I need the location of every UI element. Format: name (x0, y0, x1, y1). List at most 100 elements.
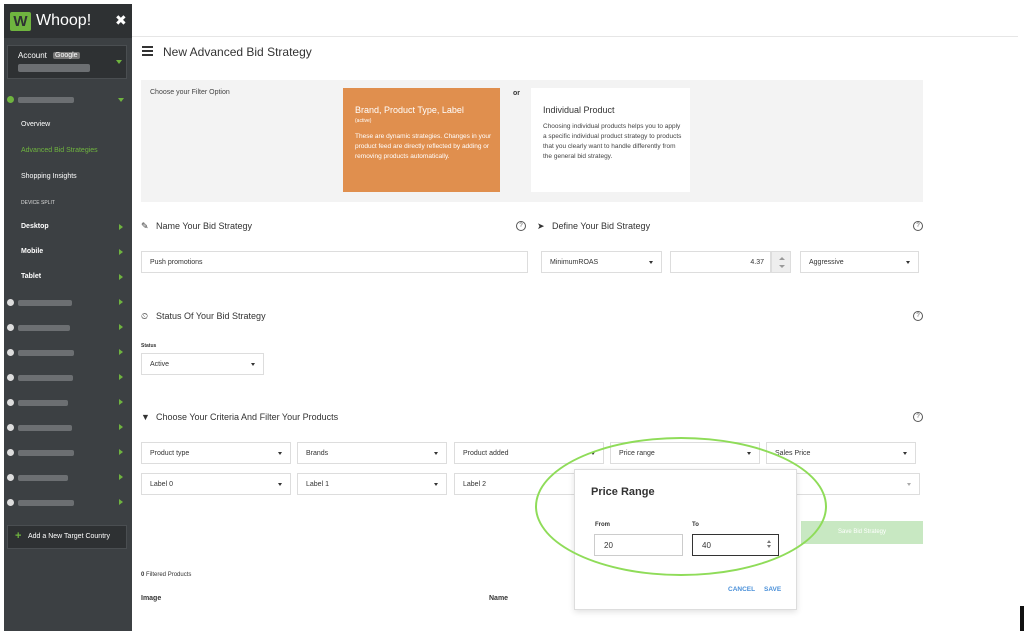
filter-product-added[interactable]: Product added (454, 442, 604, 464)
cancel-button[interactable]: CANCEL (728, 586, 755, 593)
criteria-section-title: Choose Your Criteria And Filter Your Pro… (156, 412, 339, 422)
status-dot-icon (7, 324, 14, 331)
chevron-down-icon (116, 60, 122, 64)
help-icon[interactable]: ? (516, 221, 526, 231)
filter-brands[interactable]: Brands (297, 442, 447, 464)
sidebar-item-advanced-bid[interactable]: Advanced Bid Strategies (4, 142, 132, 162)
sidebar-item-overview[interactable]: Overview (4, 116, 132, 136)
filter-label: Price range (619, 450, 655, 457)
filter-product-type[interactable]: Product type (141, 442, 291, 464)
chevron-right-icon (119, 399, 123, 405)
chevron-right-icon (119, 374, 123, 380)
sidebar-item-country[interactable] (4, 293, 132, 313)
metric-select[interactable]: MinimumROAS (541, 251, 662, 273)
sidebar-item-country[interactable] (4, 393, 132, 413)
status-dot-icon (7, 374, 14, 381)
status-label: Status (141, 343, 157, 349)
define-section-title: Define Your Bid Strategy (552, 221, 651, 231)
filter-label: Label 2 (463, 481, 486, 488)
chevron-down-icon (118, 98, 124, 102)
filter-option-brand-card[interactable]: Brand, Product Type, Label (active) Thes… (343, 88, 500, 192)
filter-price-range[interactable]: Price range (610, 442, 760, 464)
target-value-input[interactable]: 4.37 (670, 251, 771, 273)
stepper-icon[interactable] (767, 540, 772, 551)
chevron-right-icon (119, 499, 123, 505)
popover-title: Price Range (591, 486, 655, 498)
header-divider (132, 36, 1018, 37)
plus-icon: + (15, 530, 22, 542)
target-value: 4.37 (750, 259, 764, 266)
filtered-count-value: 0 (141, 572, 145, 578)
filter-label-partially-hidden[interactable]: s (782, 473, 920, 495)
to-label: To (692, 522, 699, 528)
caret-down-icon (278, 452, 282, 455)
add-target-country-button[interactable]: + Add a New Target Country (7, 525, 127, 549)
save-bid-strategy-button[interactable]: Save Bid Strategy (801, 521, 923, 544)
sidebar-item-tablet[interactable]: Tablet (4, 268, 132, 288)
price-range-popover: Price Range From To 20 40 CANCEL SAVE (574, 469, 797, 610)
filter-label: Label 0 (150, 481, 173, 488)
help-icon[interactable]: ? (913, 412, 923, 422)
sidebar-header: W Whoop! ✖ (4, 4, 132, 38)
caret-down-icon (903, 452, 907, 455)
strategy-name-input[interactable]: Push promotions (141, 251, 528, 273)
status-select[interactable]: Active (141, 353, 264, 375)
whoop-logo-icon: W (10, 12, 31, 31)
sidebar-item-country[interactable] (4, 368, 132, 388)
help-icon[interactable]: ? (913, 221, 923, 231)
filter-sales-price[interactable]: Sales Price (766, 442, 916, 464)
chevron-right-icon (119, 349, 123, 355)
filter-label-0[interactable]: Label 0 (141, 473, 291, 495)
value-stepper[interactable] (771, 251, 791, 273)
country-name-redacted (18, 400, 68, 406)
chevron-right-icon (119, 324, 123, 330)
column-header-name: Name (489, 595, 509, 602)
filtered-products-count: 0 Filtered Products (141, 572, 191, 578)
filter-option-description: Choosing individual products helps you t… (543, 123, 682, 160)
list-icon (142, 46, 153, 57)
account-selector[interactable]: Account Google (7, 45, 127, 79)
country-name-redacted (18, 300, 72, 306)
sidebar-item-mobile[interactable]: Mobile (4, 243, 132, 263)
sidebar-item-country[interactable] (4, 343, 132, 363)
country-name-redacted (18, 350, 74, 356)
price-from-input[interactable]: 20 (594, 534, 683, 556)
filter-label: Sales Price (775, 450, 811, 457)
help-icon[interactable]: ? (913, 311, 923, 321)
country-name-redacted (18, 325, 70, 331)
stepper-down-icon[interactable] (779, 265, 785, 268)
filter-option-title: Individual Product (543, 105, 615, 115)
caret-down-icon (434, 452, 438, 455)
metric-select-value: MinimumROAS (550, 259, 599, 266)
country-name-redacted (18, 500, 74, 506)
filter-option-description: These are dynamic strategies. Changes in… (355, 133, 492, 160)
sidebar-item-country[interactable] (4, 318, 132, 338)
stepper-up-icon[interactable] (779, 257, 785, 260)
navigation-arrow-icon: ➤ (537, 221, 545, 231)
price-from-value: 20 (604, 541, 613, 550)
filter-label-1[interactable]: Label 1 (297, 473, 447, 495)
filter-option-status: (active) (355, 118, 372, 124)
mode-select[interactable]: Aggressive (800, 251, 919, 273)
sidebar-item-country[interactable] (4, 493, 132, 513)
filtered-count-label: Filtered Products (146, 572, 192, 578)
sidebar-item-country-active[interactable] (4, 90, 132, 110)
save-button[interactable]: SAVE (764, 586, 781, 593)
sidebar-item-label: Overview (21, 121, 51, 128)
caret-down-icon (591, 452, 595, 455)
close-icon[interactable]: ✖ (115, 12, 127, 29)
status-dot-icon (7, 424, 14, 431)
or-separator: or (513, 90, 520, 97)
sidebar-item-desktop[interactable]: Desktop (4, 218, 132, 238)
price-to-input[interactable]: 40 (692, 534, 779, 556)
sidebar-item-country[interactable] (4, 468, 132, 488)
pencil-icon: ✎ (141, 221, 149, 231)
filter-label: Product added (463, 450, 509, 457)
filter-option-individual-card[interactable]: Individual Product Choosing individual p… (531, 88, 690, 192)
country-name-redacted (18, 97, 74, 103)
account-name-redacted (18, 64, 90, 72)
sidebar-item-shopping-insights[interactable]: Shopping Insights (4, 168, 132, 188)
sidebar-item-country[interactable] (4, 443, 132, 463)
status-dot-icon (7, 96, 14, 103)
sidebar-item-country[interactable] (4, 418, 132, 438)
